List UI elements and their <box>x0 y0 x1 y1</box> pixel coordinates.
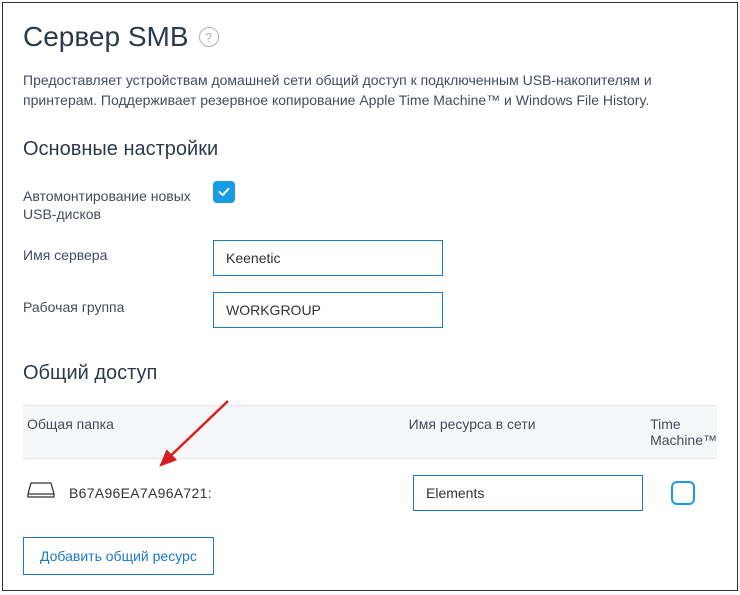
sharing-section: Общий доступ Общая папка Имя ресурса в с… <box>23 362 717 575</box>
sharing-section-title: Общий доступ <box>23 362 717 385</box>
servername-label: Имя сервера <box>23 240 213 264</box>
servername-row: Имя сервера <box>23 240 717 276</box>
workgroup-row: Рабочая группа <box>23 292 717 328</box>
page-title-text: Сервер SMB <box>23 21 189 53</box>
resource-name-input[interactable] <box>413 475 643 511</box>
automount-label: Автомонтирование новых USB-дисков <box>23 181 213 223</box>
table-row: B67A96EA7A96A721: <box>23 459 717 527</box>
col-header-timemachine: Time Machine™ <box>636 416 717 448</box>
disk-icon <box>27 480 55 505</box>
check-icon <box>217 185 231 199</box>
help-icon[interactable]: ? <box>199 27 219 47</box>
add-share-button[interactable]: Добавить общий ресурс <box>23 537 214 575</box>
page-title: Сервер SMB ? <box>23 21 717 53</box>
col-header-resource: Имя ресурса в сети <box>409 416 636 448</box>
automount-row: Автомонтирование новых USB-дисков <box>23 181 717 223</box>
timemachine-checkbox[interactable] <box>671 481 695 505</box>
folder-cell: B67A96EA7A96A721: <box>23 480 413 505</box>
workgroup-input[interactable] <box>213 292 443 328</box>
col-header-folder: Общая папка <box>23 416 409 448</box>
sharing-table-header: Общая папка Имя ресурса в сети Time Mach… <box>23 405 717 459</box>
basic-settings-section: Основные настройки Автомонтирование новы… <box>23 138 717 327</box>
folder-name: B67A96EA7A96A721: <box>69 485 212 501</box>
page-description: Предоставляет устройствам домашней сети … <box>23 71 717 110</box>
automount-checkbox[interactable] <box>213 181 235 203</box>
basic-section-title: Основные настройки <box>23 138 717 161</box>
workgroup-label: Рабочая группа <box>23 292 213 316</box>
servername-input[interactable] <box>213 240 443 276</box>
